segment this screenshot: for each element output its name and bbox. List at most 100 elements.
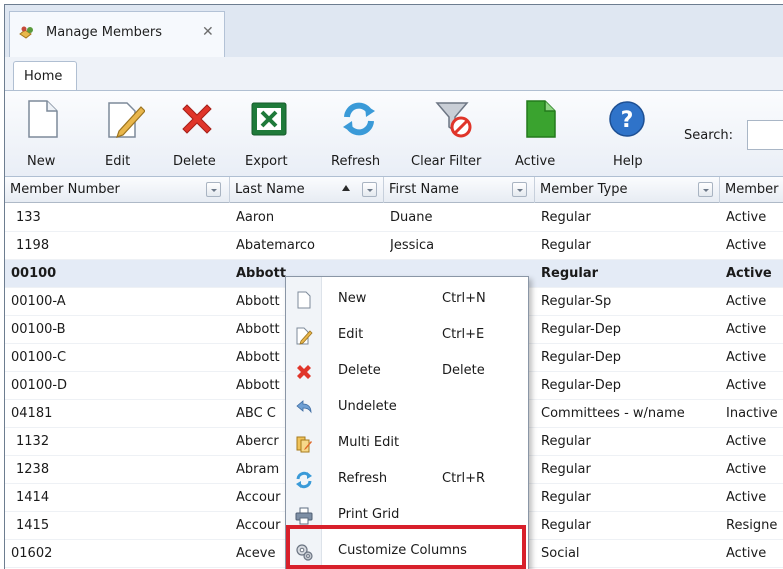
table-cell: 00100-B (11, 322, 66, 337)
close-icon[interactable]: ✕ (202, 24, 214, 40)
table-cell: Active (726, 546, 767, 561)
excel-export-icon (251, 102, 287, 136)
delete-button-label: Delete (173, 154, 216, 169)
table-cell: Abatemarco (236, 238, 315, 253)
table-cell: 00100-C (11, 350, 67, 365)
table-cell: Abbott (236, 266, 287, 281)
new-document-icon (28, 100, 58, 138)
grid-header: Member Number Last Name First Name Membe… (5, 177, 783, 203)
table-cell: 133 (16, 210, 41, 225)
column-header-last-name[interactable]: Last Name (230, 177, 384, 203)
table-cell: Aceve (236, 546, 276, 561)
new-button-label: New (27, 154, 56, 169)
ribbon-tab-label: Home (24, 69, 63, 84)
filter-dropdown-icon[interactable] (362, 182, 377, 197)
menu-item-new[interactable]: New Ctrl+N (286, 281, 530, 317)
ribbon: New Edit Delete Export Refresh Clear Fil… (5, 90, 783, 177)
table-cell: 1238 (16, 462, 50, 477)
filter-dropdown-icon[interactable] (512, 182, 527, 197)
delete-button[interactable]: Delete (165, 91, 229, 177)
table-cell: Regular-Sp (541, 294, 612, 309)
printer-icon (295, 507, 313, 525)
new-button[interactable]: New (13, 91, 73, 177)
table-cell: Committees - w/name (541, 406, 685, 421)
table-cell: Duane (390, 210, 433, 225)
delete-x-icon (182, 104, 212, 134)
edit-pencil-icon (296, 327, 313, 345)
table-cell: Active (726, 210, 767, 225)
help-button-label: Help (613, 154, 643, 169)
table-cell: 1132 (16, 434, 50, 449)
refresh-icon (296, 471, 312, 489)
help-button[interactable]: ? Help (599, 91, 659, 177)
table-cell: Active (726, 294, 767, 309)
table-cell: Regular (541, 238, 591, 253)
table-cell: 1414 (16, 490, 50, 505)
table-cell: Abram (236, 462, 280, 477)
menu-item-edit[interactable]: Edit Ctrl+E (286, 317, 530, 353)
column-header-member-type[interactable]: Member Type (535, 177, 720, 203)
search-label: Search: (684, 128, 734, 143)
sort-ascending-icon (342, 185, 350, 191)
table-cell: 04181 (11, 406, 53, 421)
filter-dropdown-icon[interactable] (206, 182, 221, 197)
table-cell: Regular (541, 266, 599, 281)
table-cell: Accour (236, 518, 281, 533)
table-cell: ABC C (236, 406, 276, 421)
tab-manage-members[interactable]: Manage Members ✕ (9, 11, 225, 57)
active-button[interactable]: Active (511, 91, 573, 177)
menu-item-delete[interactable]: Delete Delete (286, 353, 530, 389)
delete-x-icon (297, 365, 311, 379)
active-document-icon (526, 100, 556, 138)
column-header-member-status[interactable]: Member (720, 177, 783, 203)
ribbon-tab-home[interactable]: Home (13, 61, 77, 91)
active-button-label: Active (515, 154, 556, 169)
manage-members-window: Manage Members ✕ Home New Edit Delete Ex… (4, 4, 783, 569)
table-cell: Social (541, 546, 580, 561)
table-cell: Inactive (726, 406, 778, 421)
table-cell: Resigne (726, 518, 778, 533)
table-row[interactable]: 133 Aaron Duane Regular Active (5, 204, 783, 232)
table-cell: Jessica (390, 238, 435, 253)
search-input[interactable] (747, 120, 783, 150)
annotation-highlight (286, 525, 526, 569)
multi-edit-icon (296, 436, 312, 453)
table-cell: Regular (541, 518, 591, 533)
export-button[interactable]: Export (235, 91, 301, 177)
table-cell: 1198 (16, 238, 50, 253)
refresh-icon (343, 102, 375, 136)
refresh-button-label: Refresh (331, 154, 381, 169)
clear-filter-button[interactable]: Clear Filter (407, 91, 499, 177)
table-cell: Regular-Dep (541, 350, 621, 365)
edit-button[interactable]: Edit (91, 91, 151, 177)
refresh-button[interactable]: Refresh (323, 91, 397, 177)
table-cell: Active (726, 266, 772, 281)
table-cell: 00100 (11, 266, 57, 281)
column-header-first-name[interactable]: First Name (384, 177, 535, 203)
table-cell: Active (726, 238, 767, 253)
export-button-label: Export (245, 154, 288, 169)
table-cell: Regular-Dep (541, 378, 621, 393)
table-row[interactable]: 1198 Abatemarco Jessica Regular Active (5, 232, 783, 260)
table-cell: Active (726, 434, 767, 449)
clear-filter-icon (435, 102, 472, 138)
table-cell: Active (726, 378, 767, 393)
table-cell: Active (726, 490, 767, 505)
table-cell: Regular (541, 210, 591, 225)
table-cell: Abbott (236, 350, 280, 365)
table-cell: Abbott (236, 378, 280, 393)
table-cell: 00100-A (11, 294, 66, 309)
clear-filter-button-label: Clear Filter (411, 154, 482, 169)
table-cell: Regular (541, 462, 591, 477)
tab-title: Manage Members (46, 25, 163, 40)
menu-item-refresh[interactable]: Refresh Ctrl+R (286, 461, 530, 497)
table-cell: Aaron (236, 210, 275, 225)
menu-item-undelete[interactable]: Undelete (286, 389, 530, 425)
help-icon: ? (609, 101, 645, 137)
filter-dropdown-icon[interactable] (698, 182, 713, 197)
column-header-member-number[interactable]: Member Number (5, 177, 230, 203)
table-cell: Active (726, 462, 767, 477)
menu-item-multi-edit[interactable]: Multi Edit (286, 425, 530, 461)
table-cell: Accour (236, 490, 281, 505)
table-cell: 01602 (11, 546, 53, 561)
